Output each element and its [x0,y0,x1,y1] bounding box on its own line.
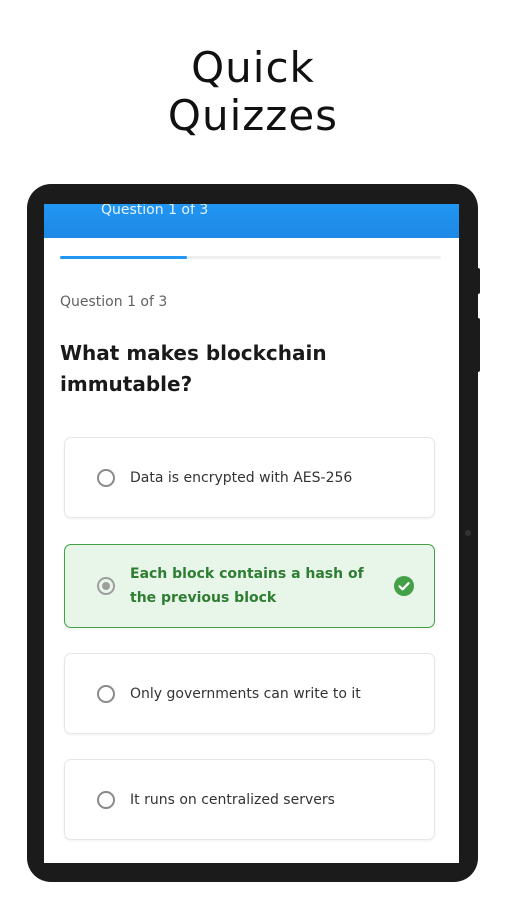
app-bar-title: Question 1 of 3 [101,204,209,218]
check-circle-icon [394,576,414,596]
answer-option-selected[interactable]: Each block contains a hash of the previo… [64,544,435,628]
answer-option-label: Data is encrypted with AES-256 [130,469,353,486]
radio-button[interactable] [97,684,115,703]
promo-title-line2: Quizzes [167,91,339,140]
answer-option[interactable]: It runs on centralized servers [64,759,435,840]
app-bar: Question 1 of 3 [44,204,459,238]
promo-title-line1: Quick [191,43,315,92]
app-screen: Question 1 of 3 Question 1 of 3 What mak… [44,204,459,863]
quiz-progress-fill [60,256,187,259]
radio-button[interactable] [97,468,115,487]
quiz-progress-bar [60,256,441,259]
answer-option-label: It runs on centralized servers [130,791,335,808]
answer-option-label: Each block contains a hash of the previo… [130,566,364,606]
radio-button-selected[interactable] [97,577,115,595]
question-counter: Question 1 of 3 [60,294,168,310]
question-text: What makes blockchain immutable? [60,341,327,396]
radio-button[interactable] [97,790,115,809]
camera-dot [465,530,471,536]
promo-title: Quick Quizzes [0,44,506,140]
answer-option[interactable]: Only governments can write to it [64,653,435,734]
volume-button [476,268,480,294]
answer-option[interactable]: Data is encrypted with AES-256 [64,437,435,518]
answer-option-label: Only governments can write to it [130,685,361,702]
power-button [476,318,480,372]
